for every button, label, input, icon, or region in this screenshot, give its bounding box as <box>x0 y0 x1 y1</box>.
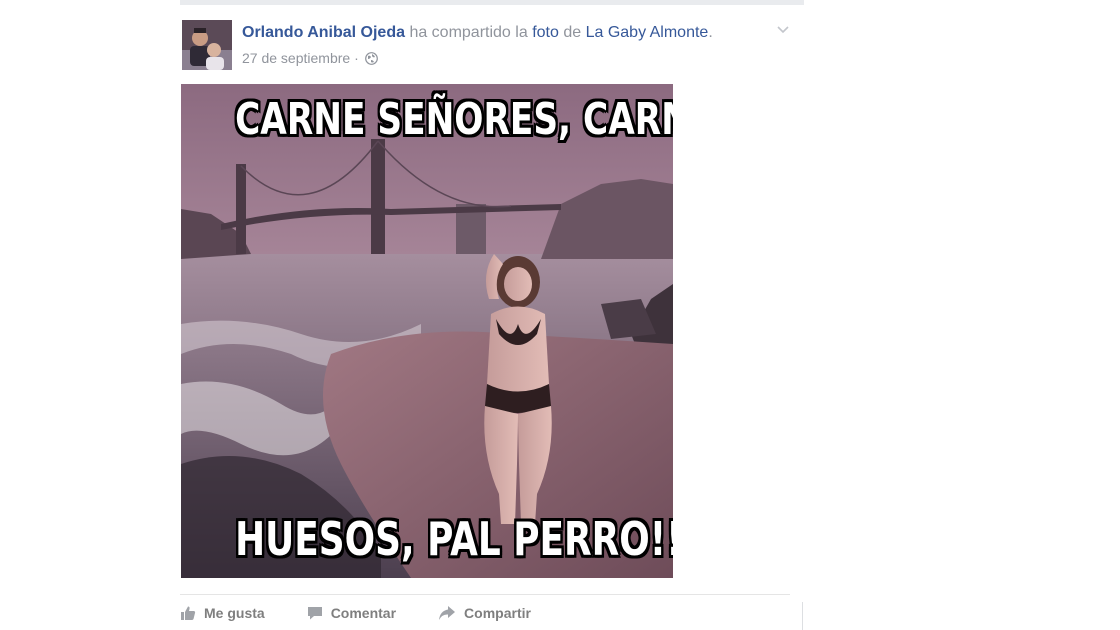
share-label: Compartir <box>464 605 531 621</box>
photo-link[interactable]: foto <box>532 24 559 41</box>
chevron-down-icon[interactable] <box>776 23 790 37</box>
avatar[interactable] <box>182 20 232 70</box>
like-label: Me gusta <box>204 605 265 621</box>
column-divider <box>802 602 803 630</box>
share-arrow-icon <box>438 605 464 621</box>
meme-top-caption: CARNE SEÑORES, CARNE <box>235 94 673 145</box>
meta-separator: · <box>354 50 359 66</box>
globe-icon[interactable] <box>364 52 378 68</box>
actions-divider <box>180 594 790 595</box>
speech-bubble-icon <box>307 605 331 621</box>
shared-text: ha compartido la <box>409 24 528 41</box>
meme-bottom-caption: HUESOS, PAL PERRO!!! <box>235 512 673 566</box>
period-text: . <box>708 24 713 41</box>
original-owner-link[interactable]: La Gaby Almonte <box>586 24 709 41</box>
post-meta: 27 de septiembre · <box>242 50 378 68</box>
page: Orlando Anibal Ojeda ha compartido la fo… <box>0 0 1120 630</box>
comment-label: Comentar <box>330 605 397 621</box>
thumbs-up-icon <box>180 605 204 621</box>
post-actions: Me gusta Comentar Compartir <box>180 601 573 625</box>
post-timestamp[interactable]: 27 de septiembre <box>242 50 350 66</box>
shared-photo[interactable]: CARNE SEÑORES, CARNE HUESOS, PAL PERRO!!… <box>181 84 673 578</box>
like-button[interactable]: Me gusta <box>180 605 265 621</box>
post-header: Orlando Anibal Ojeda ha compartido la fo… <box>242 24 713 42</box>
comment-button[interactable]: Comentar <box>307 605 396 621</box>
share-button[interactable]: Compartir <box>438 605 531 621</box>
feed-post: Orlando Anibal Ojeda ha compartido la fo… <box>180 5 804 630</box>
preposition-text: de <box>563 24 582 41</box>
author-name-link[interactable]: Orlando Anibal Ojeda <box>242 24 405 41</box>
